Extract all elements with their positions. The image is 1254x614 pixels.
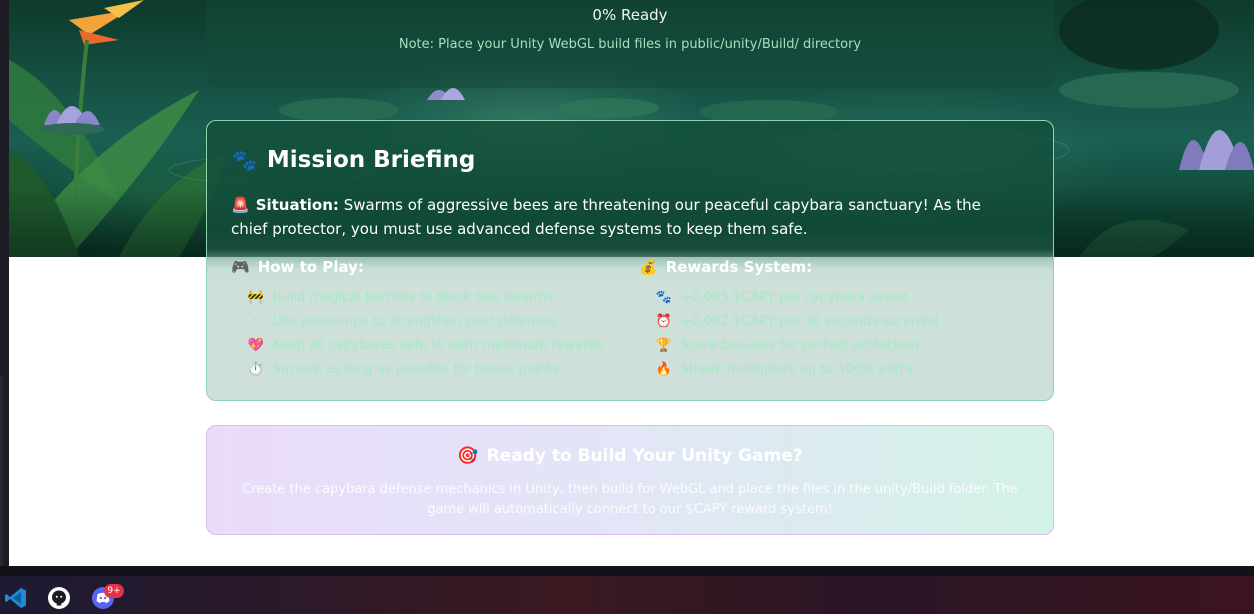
siren-icon: 🚨 — [231, 196, 250, 214]
taskbar — [0, 576, 1254, 614]
how-to-play-header: 🎮 How to Play: — [231, 255, 611, 279]
vscode-icon[interactable] — [3, 585, 29, 611]
github-icon[interactable] — [46, 585, 72, 611]
list-item-text: Score bonuses for perfect protection — [680, 337, 919, 353]
list-item-text: Streak multipliers up to 100% extra — [680, 361, 913, 377]
rewards-title: Rewards System: — [665, 258, 813, 276]
barrier-icon: 🚧 — [247, 289, 264, 305]
discord-notification-badge: 9+ — [104, 584, 124, 598]
list-item: • ⏰ +0.002 $CAPY per 30 seconds survived — [639, 313, 939, 329]
stopwatch-icon: ⏱️ — [247, 361, 264, 377]
list-item: • 💖 Keep all capybaras safe to earn maximu… — [231, 337, 604, 353]
list-item-text: +0.005 $CAPY per capybara saved — [680, 289, 908, 305]
window-left-edge — [0, 0, 9, 566]
unity-loading-panel: 0% Ready Note: Place your Unity WebGL bu… — [206, 0, 1054, 88]
game-controller-icon: 🎮 — [231, 258, 250, 276]
list-item-text: Use power-ups to strengthen your defense… — [272, 313, 557, 329]
list-item-text: Keep all capybaras safe to earn maximum … — [272, 337, 604, 353]
heart-icon: 💖 — [247, 337, 264, 353]
trophy-icon: 🏆 — [655, 337, 672, 353]
how-to-play-section: 🎮 How to Play: • 🚧 Build magical barriers … — [231, 255, 611, 381]
loading-progress-text: 0% Ready — [592, 6, 668, 24]
browser-page: 0% Ready Note: Place your Unity WebGL bu… — [9, 0, 1254, 566]
mission-title: Mission Briefing — [266, 147, 476, 173]
money-bag-icon: 💰 — [639, 258, 658, 276]
rewards-header: 💰 Rewards System: — [639, 255, 1019, 279]
situation-label: Situation: — [255, 196, 339, 214]
cta-description: Create the capybara defense mechanics in… — [242, 482, 1018, 517]
list-item-text: +0.002 $CAPY per 30 seconds survived — [680, 313, 939, 329]
mission-header: 🐾 Mission Briefing — [232, 147, 475, 173]
list-item: • 🚧 Build magical barriers to block bee sw… — [231, 289, 554, 305]
cta-header: 🎯 Ready to Build Your Unity Game? — [207, 446, 1053, 466]
window-bottom-edge — [0, 566, 1254, 576]
list-item: • ⚡ Use power-ups to strengthen your defen… — [231, 313, 557, 329]
paw-prints-icon: 🐾 — [232, 148, 257, 172]
list-item: • ⏱️ Survive as long as possible for bonus… — [231, 361, 559, 377]
list-item-text: Build magical barriers to block bee swar… — [272, 289, 554, 305]
build-unity-cta-card: 🎯 Ready to Build Your Unity Game? Create… — [206, 425, 1054, 535]
target-icon: 🎯 — [457, 446, 479, 466]
situation-text: 🚨 Situation: Swarms of aggressive bees ar… — [231, 193, 991, 241]
situation-description: Swarms of aggressive bees are threatenin… — [231, 196, 981, 238]
fire-icon: 🔥 — [655, 361, 672, 377]
list-item: • 🏆 Score bonuses for perfect protection — [639, 337, 919, 353]
mission-briefing-card: 🐾 Mission Briefing 🚨 Situation: Swarms of… — [206, 120, 1054, 401]
list-item-text: Survive as long as possible for bonus po… — [272, 361, 559, 377]
how-to-play-title: How to Play: — [257, 258, 364, 276]
list-item: • 🔥 Streak multipliers up to 100% extra — [639, 361, 913, 377]
paw-icon: 🐾 — [655, 289, 672, 305]
list-item: • 🐾 +0.005 $CAPY per capybara saved — [639, 289, 908, 305]
lightning-icon: ⚡ — [251, 313, 261, 329]
rewards-system-section: 💰 Rewards System: • 🐾 +0.005 $CAPY per cap… — [639, 255, 1019, 381]
build-location-note: Note: Place your Unity WebGL build files… — [398, 37, 862, 52]
cta-title: Ready to Build Your Unity Game? — [486, 446, 803, 466]
alarm-clock-icon: ⏰ — [655, 313, 672, 329]
